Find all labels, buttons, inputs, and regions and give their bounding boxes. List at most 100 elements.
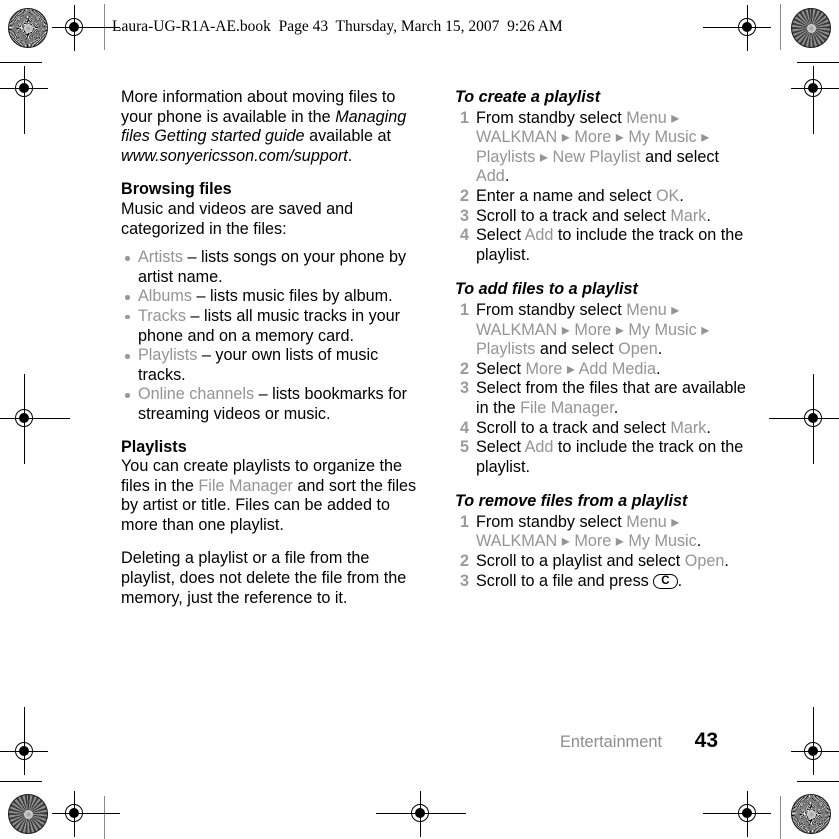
step-text: . [613, 398, 619, 417]
menu-arrow-icon: ▸ [562, 359, 579, 378]
step-text: From standby select [476, 300, 627, 319]
ui-term-add: Add [476, 167, 505, 186]
step-text: From standby select [476, 108, 627, 127]
step-number: 4 [459, 418, 469, 437]
ui-term-add: Add [524, 438, 554, 457]
intro-paragraph: More information about moving files to y… [121, 88, 418, 166]
step-text: . [677, 571, 683, 590]
ui-term-new-playlist: New Playlist [552, 147, 641, 166]
step-text: . [706, 418, 711, 437]
ui-term-mark: Mark [670, 206, 707, 225]
ui-term-playlists: Playlists [138, 346, 198, 365]
ui-term-my-music: My Music [628, 128, 697, 147]
ui-term-ok: OK [655, 186, 680, 205]
procedure-step-list: 1 From standby select Menu ▸ WALKMAN ▸ Mo… [455, 109, 752, 266]
step-text: Select [476, 359, 526, 378]
footer-chapter-name: Entertainment [559, 733, 662, 751]
menu-arrow-icon: ▸ [666, 512, 680, 531]
playlists-paragraph-1: You can create playlists to organize the… [121, 457, 418, 535]
step-text: Select [476, 226, 525, 245]
ui-term-add-media: Add Media [578, 359, 657, 378]
step-text: From standby select [476, 512, 627, 531]
procedure-step: 4 Select Add to include the track on the … [455, 226, 752, 265]
step-number: 3 [459, 206, 469, 225]
step-number: 2 [459, 359, 469, 378]
step-text: Scroll to a track and select [476, 418, 671, 437]
menu-arrow-icon: ▸ [611, 532, 629, 551]
procedure-title: To add files to a playlist [455, 280, 638, 299]
procedure-step: 4 Scroll to a track and select Mark. [455, 419, 752, 439]
ui-term-more: More [574, 128, 612, 147]
ui-term-my-music: My Music [628, 320, 697, 339]
ui-term-online-channels: Online channels [138, 385, 255, 404]
ui-term-walkman: WALKMAN [476, 128, 558, 147]
ui-term-mark: Mark [670, 418, 707, 437]
browsing-bullet-item: Playlists – your own lists of music trac… [121, 346, 418, 385]
ui-term-playlists: Playlists [476, 340, 536, 359]
menu-arrow-icon: ▸ [696, 128, 710, 147]
step-number: 1 [459, 300, 469, 319]
browsing-bullet-description: – lists music files by album. [191, 287, 393, 306]
step-text: . [724, 552, 729, 571]
ui-term-menu: Menu [626, 300, 667, 319]
browsing-files-bullet-list: Artists – lists songs on your phone by a… [121, 248, 418, 424]
procedure-step: 2 Select More ▸ Add Media. [455, 360, 752, 380]
menu-arrow-icon: ▸ [696, 320, 710, 339]
step-text: . [706, 206, 711, 225]
step-text: . [656, 359, 661, 378]
menu-arrow-icon: ▸ [557, 128, 575, 147]
page-footer: Entertainment 43 [121, 729, 718, 753]
footer-page-number: 43 [694, 729, 718, 752]
step-text: Scroll to a file and press [476, 571, 654, 590]
intro-support-url: www.sonyericsson.com/support [121, 146, 348, 165]
step-text: . [657, 340, 663, 359]
ui-term-open: Open [684, 552, 725, 571]
ui-term-tracks: Tracks [138, 306, 186, 325]
browsing-bullet-item: Artists – lists songs on your phone by a… [121, 248, 418, 287]
ui-term-add: Add [524, 226, 554, 245]
procedure-step: 1 From standby select Menu ▸ WALKMAN ▸ Mo… [455, 301, 752, 360]
menu-arrow-icon: ▸ [557, 320, 575, 339]
step-number: 1 [459, 512, 469, 531]
step-number: 2 [459, 552, 469, 571]
procedure-step: 3 Select from the files that are availabl… [455, 379, 752, 418]
menu-arrow-icon: ▸ [535, 147, 553, 166]
ui-term-albums: Albums [138, 287, 192, 306]
ui-term-walkman: WALKMAN [476, 532, 558, 551]
procedure-step: 5 Select Add to include the track on the … [455, 438, 752, 477]
step-text: Select [476, 438, 525, 457]
procedure-step: 3 Scroll to a file and press C. [455, 572, 752, 592]
step-text: . [504, 167, 510, 186]
procedure-step: 2 Scroll to a playlist and select Open. [455, 552, 752, 572]
step-text: Enter a name and select [476, 186, 656, 205]
browsing-bullet-item: Tracks – lists all music tracks in your … [121, 307, 418, 346]
ui-term-more: More [574, 532, 612, 551]
browsing-files-body: Music and videos are saved and categoriz… [121, 199, 354, 238]
clear-key-icon: C [653, 573, 678, 589]
step-text: Scroll to a track and select [476, 206, 671, 225]
menu-arrow-icon: ▸ [666, 300, 680, 319]
ui-term-artists: Artists [138, 248, 183, 267]
step-number: 5 [459, 438, 469, 457]
step-number: 2 [459, 186, 469, 205]
menu-arrow-icon: ▸ [611, 128, 629, 147]
ui-term-more: More [525, 359, 563, 378]
heading-browsing-files: Browsing files [121, 180, 232, 199]
browsing-bullet-item: Albums – lists music files by album. [121, 287, 418, 307]
menu-arrow-icon: ▸ [611, 320, 629, 339]
ui-term-menu: Menu [626, 512, 667, 531]
step-number: 1 [459, 108, 469, 127]
menu-arrow-icon: ▸ [557, 532, 575, 551]
menu-arrow-icon: ▸ [666, 108, 680, 127]
playlists-paragraph-2: Deleting a playlist or a file from the p… [121, 549, 407, 607]
ui-term-more: More [574, 320, 612, 339]
right-column: To create a playlist 1 From standby select… [455, 88, 752, 606]
step-text: and select [640, 147, 719, 166]
browsing-bullet-item: Online channels – lists bookmarks for st… [121, 385, 418, 424]
left-column: More information about moving files to y… [121, 88, 418, 608]
intro-text-3: available at [304, 127, 391, 146]
step-text: . [679, 186, 684, 205]
procedure-title: To remove files from a playlist [455, 492, 688, 511]
procedure-step: 1 From standby select Menu ▸ WALKMAN ▸ Mo… [455, 513, 752, 552]
procedure-step-list: 1 From standby select Menu ▸ WALKMAN ▸ Mo… [455, 301, 752, 477]
